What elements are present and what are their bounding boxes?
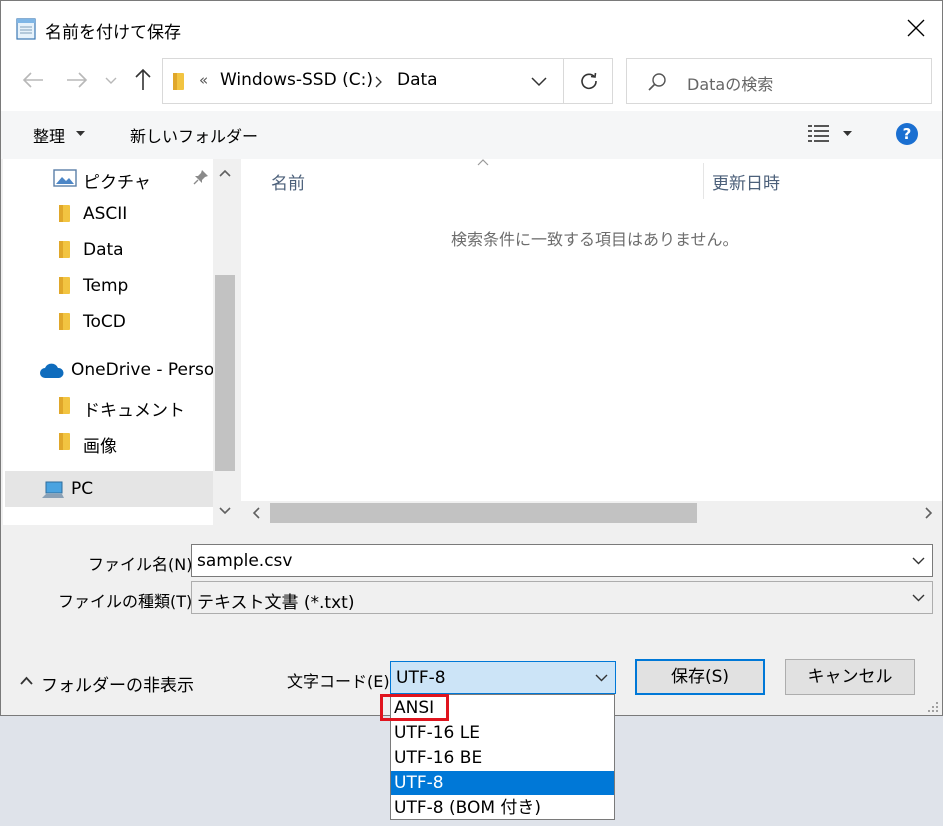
filename-label: ファイル名(N): xyxy=(88,555,198,574)
close-icon[interactable] xyxy=(907,19,925,37)
chevron-down-icon[interactable] xyxy=(595,674,608,682)
sidebar-item-tocd[interactable]: ToCD xyxy=(5,304,213,340)
sidebar-scrollbar[interactable] xyxy=(213,159,237,525)
encoding-value: UTF-8 xyxy=(396,668,446,688)
empty-message: 検索条件に一致する項目はありません。 xyxy=(451,230,739,249)
breadcrumb-folder[interactable]: Data xyxy=(397,70,438,90)
pin-icon[interactable] xyxy=(193,169,209,185)
breadcrumb-separator-icon xyxy=(375,76,382,88)
sidebar-item-data[interactable]: Data xyxy=(5,232,213,268)
encoding-option-utf8[interactable]: UTF-8 xyxy=(391,771,614,795)
help-icon[interactable]: ? xyxy=(895,122,919,146)
view-options-icon[interactable] xyxy=(807,123,831,143)
sort-ascending-icon xyxy=(477,159,489,166)
column-header-name[interactable]: 名前 xyxy=(271,169,305,194)
sidebar-item-images[interactable]: 画像 xyxy=(5,424,213,460)
scroll-left-icon[interactable] xyxy=(252,507,260,519)
sidebar-item-label: ToCD xyxy=(83,312,126,332)
encoding-option-utf16le[interactable]: UTF-16 LE xyxy=(391,721,614,745)
scrollbar-thumb[interactable] xyxy=(270,503,697,523)
hide-folders-toggle[interactable]: フォルダーの非表示 xyxy=(15,669,194,697)
address-dropdown-icon[interactable] xyxy=(531,77,547,87)
forward-arrow-icon[interactable] xyxy=(65,70,89,90)
refresh-icon[interactable] xyxy=(579,71,599,91)
search-input[interactable]: Dataの検索 xyxy=(687,71,773,95)
command-toolbar: 整理 新しいフォルダー ? xyxy=(1,111,942,159)
folder-icon xyxy=(59,313,70,330)
sidebar-item-pc[interactable]: PC xyxy=(5,471,213,507)
save-as-dialog: 名前を付けて保存 « Windows-SSD (C:) Data Dataの検索… xyxy=(0,0,943,716)
sidebar-item-temp[interactable]: Temp xyxy=(5,268,213,304)
svg-text:?: ? xyxy=(903,125,912,143)
encoding-label: 文字コード(E): xyxy=(287,672,395,691)
divider xyxy=(563,59,564,103)
navigation-pane: ピクチャ ASCII Data Temp ToCD OneDrive - Per… xyxy=(3,159,241,525)
up-arrow-icon[interactable] xyxy=(133,67,153,91)
notepad-icon xyxy=(16,18,36,40)
folder-icon xyxy=(173,73,184,90)
search-icon xyxy=(648,73,666,91)
scrollbar-thumb[interactable] xyxy=(215,275,235,471)
address-bar[interactable]: « Windows-SSD (C:) Data xyxy=(162,58,613,104)
filetype-value: テキスト文書 (*.txt) xyxy=(197,593,355,613)
sidebar-item-documents[interactable]: ドキュメント xyxy=(5,388,213,424)
filetype-select[interactable]: テキスト文書 (*.txt) xyxy=(191,581,933,614)
folder-icon xyxy=(59,205,70,222)
sidebar-item-ascii[interactable]: ASCII xyxy=(5,196,213,232)
sidebar-item-pictures[interactable]: ピクチャ xyxy=(5,160,213,196)
organize-dropdown-icon[interactable] xyxy=(76,131,85,137)
sidebar-item-label: ピクチャ xyxy=(83,173,151,193)
scroll-up-icon[interactable] xyxy=(219,169,231,177)
highlight-box xyxy=(380,694,449,721)
filetype-label: ファイルの種類(T): xyxy=(58,592,198,611)
view-dropdown-icon[interactable] xyxy=(843,131,852,137)
scroll-right-icon[interactable] xyxy=(925,507,933,519)
resize-grip-icon[interactable] xyxy=(927,701,939,713)
column-divider[interactable] xyxy=(703,163,704,199)
encoding-select[interactable]: UTF-8 xyxy=(390,661,616,694)
horizontal-scrollbar[interactable] xyxy=(241,501,942,525)
sidebar-item-label: ASCII xyxy=(83,204,128,224)
file-list: 名前 更新日時 検索条件に一致する項目はありません。 xyxy=(241,159,942,525)
column-header-modified[interactable]: 更新日時 xyxy=(712,169,780,194)
encoding-option-utf8-bom[interactable]: UTF-8 (BOM 付き) xyxy=(391,796,614,820)
chevron-down-icon[interactable] xyxy=(912,557,925,565)
sidebar-item-label: 画像 xyxy=(83,437,117,457)
back-arrow-icon[interactable] xyxy=(21,70,45,90)
filename-input[interactable]: sample.csv xyxy=(191,544,933,577)
scroll-down-icon[interactable] xyxy=(219,507,231,515)
sidebar-item-label: Temp xyxy=(83,276,129,296)
organize-button[interactable]: 整理 xyxy=(33,123,65,147)
folder-icon xyxy=(59,241,70,258)
hide-folders-label: フォルダーの非表示 xyxy=(41,676,194,696)
sidebar-item-label: OneDrive - Person xyxy=(71,360,213,380)
sidebar-item-label: PC xyxy=(71,479,94,499)
folder-icon xyxy=(59,397,70,414)
breadcrumb-drive[interactable]: Windows-SSD (C:) xyxy=(220,70,373,90)
pictures-icon xyxy=(53,169,77,187)
folder-icon xyxy=(59,277,70,294)
navigation-bar: « Windows-SSD (C:) Data Dataの検索 xyxy=(1,53,942,111)
folder-icon xyxy=(59,433,70,450)
recent-chevron-icon[interactable] xyxy=(105,76,117,86)
chevron-down-icon[interactable] xyxy=(912,594,925,602)
title-bar: 名前を付けて保存 xyxy=(1,1,942,53)
filename-value: sample.csv xyxy=(197,551,293,571)
breadcrumb-overflow[interactable]: « xyxy=(199,71,208,89)
sidebar-item-onedrive[interactable]: OneDrive - Person xyxy=(5,352,213,388)
encoding-option-utf16be[interactable]: UTF-16 BE xyxy=(391,746,614,770)
cancel-button[interactable]: キャンセル xyxy=(785,659,915,695)
search-box[interactable]: Dataの検索 xyxy=(626,58,932,104)
browser-area: ピクチャ ASCII Data Temp ToCD OneDrive - Per… xyxy=(3,159,942,525)
sidebar-item-label: ドキュメント xyxy=(83,401,185,421)
chevron-up-icon xyxy=(20,676,33,685)
computer-icon xyxy=(42,481,64,498)
save-button[interactable]: 保存(S) xyxy=(635,659,765,695)
window-title: 名前を付けて保存 xyxy=(45,23,181,43)
new-folder-button[interactable]: 新しいフォルダー xyxy=(130,123,258,147)
sidebar-item-label: Data xyxy=(83,240,124,260)
cloud-icon xyxy=(40,363,64,378)
